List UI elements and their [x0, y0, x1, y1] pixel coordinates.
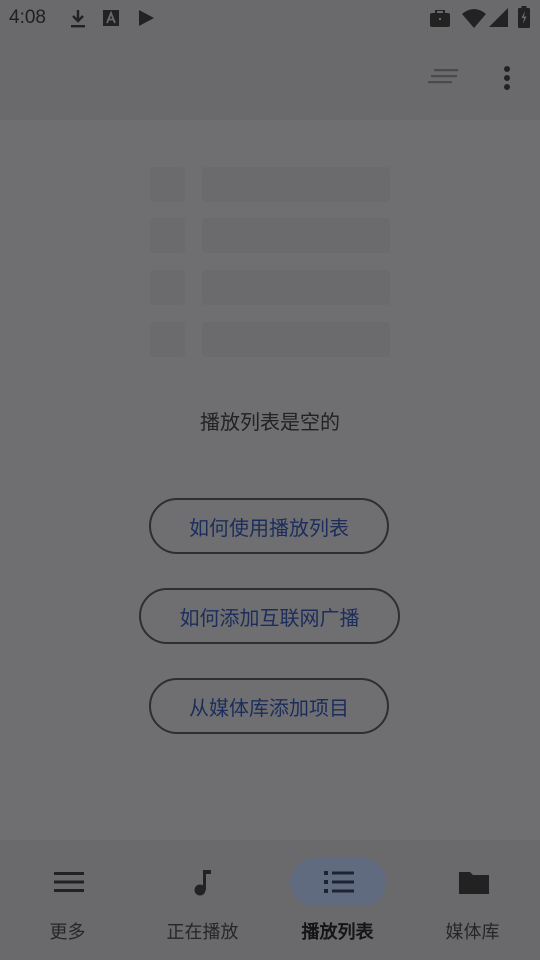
placeholder-row [150, 270, 390, 305]
nav-item-playlist[interactable]: 播放列表 [270, 840, 405, 960]
nav-icon-container [20, 858, 116, 906]
nav-icon-container-active [289, 858, 386, 906]
placeholder-line [202, 167, 390, 202]
menu-icon [53, 872, 84, 892]
bottom-navigation: 更多 正在播放 播放列表 媒体库 [0, 840, 540, 960]
nav-label-now-playing: 正在播放 [166, 922, 239, 943]
battery-charging-icon [518, 6, 530, 28]
placeholder-line [202, 270, 390, 305]
play-store-icon [139, 10, 154, 26]
how-to-add-radio-button[interactable]: 如何添加互联网广播 [139, 588, 400, 644]
placeholder-row [150, 167, 390, 202]
placeholder-thumb [150, 218, 185, 253]
how-to-use-playlist-button[interactable]: 如何使用播放列表 [149, 498, 389, 554]
nav-icon-container [155, 858, 251, 906]
sort-icon[interactable] [428, 66, 460, 88]
nav-label-playlist: 播放列表 [301, 922, 374, 943]
signal-icon [489, 8, 508, 27]
app-bar [0, 36, 540, 120]
empty-playlist-illustration [150, 167, 390, 357]
add-from-library-button[interactable]: 从媒体库添加项目 [149, 678, 389, 734]
nav-label-more: 更多 [49, 922, 86, 943]
list-icon [323, 871, 354, 893]
download-icon [71, 10, 85, 28]
work-briefcase-icon [430, 10, 450, 27]
placeholder-line [202, 322, 390, 357]
nav-item-library[interactable]: 媒体库 [405, 840, 540, 960]
placeholder-thumb [150, 322, 185, 357]
music-note-icon [194, 870, 211, 896]
placeholder-thumb [150, 270, 185, 305]
placeholder-row [150, 322, 390, 357]
placeholder-line [202, 218, 390, 253]
empty-playlist-message: 播放列表是空的 [200, 410, 340, 434]
status-bar: 4:08 [0, 0, 540, 36]
nav-item-more[interactable]: 更多 [0, 840, 135, 960]
folder-icon [458, 872, 489, 894]
wifi-icon [462, 9, 486, 28]
nav-icon-container [425, 858, 521, 906]
nav-item-now-playing[interactable]: 正在播放 [135, 840, 270, 960]
status-time: 4:08 [9, 7, 46, 28]
placeholder-thumb [150, 167, 185, 202]
nav-label-library: 媒体库 [445, 922, 500, 943]
more-vert-icon[interactable] [494, 64, 520, 94]
font-app-icon [103, 10, 119, 26]
placeholder-row [150, 218, 390, 253]
